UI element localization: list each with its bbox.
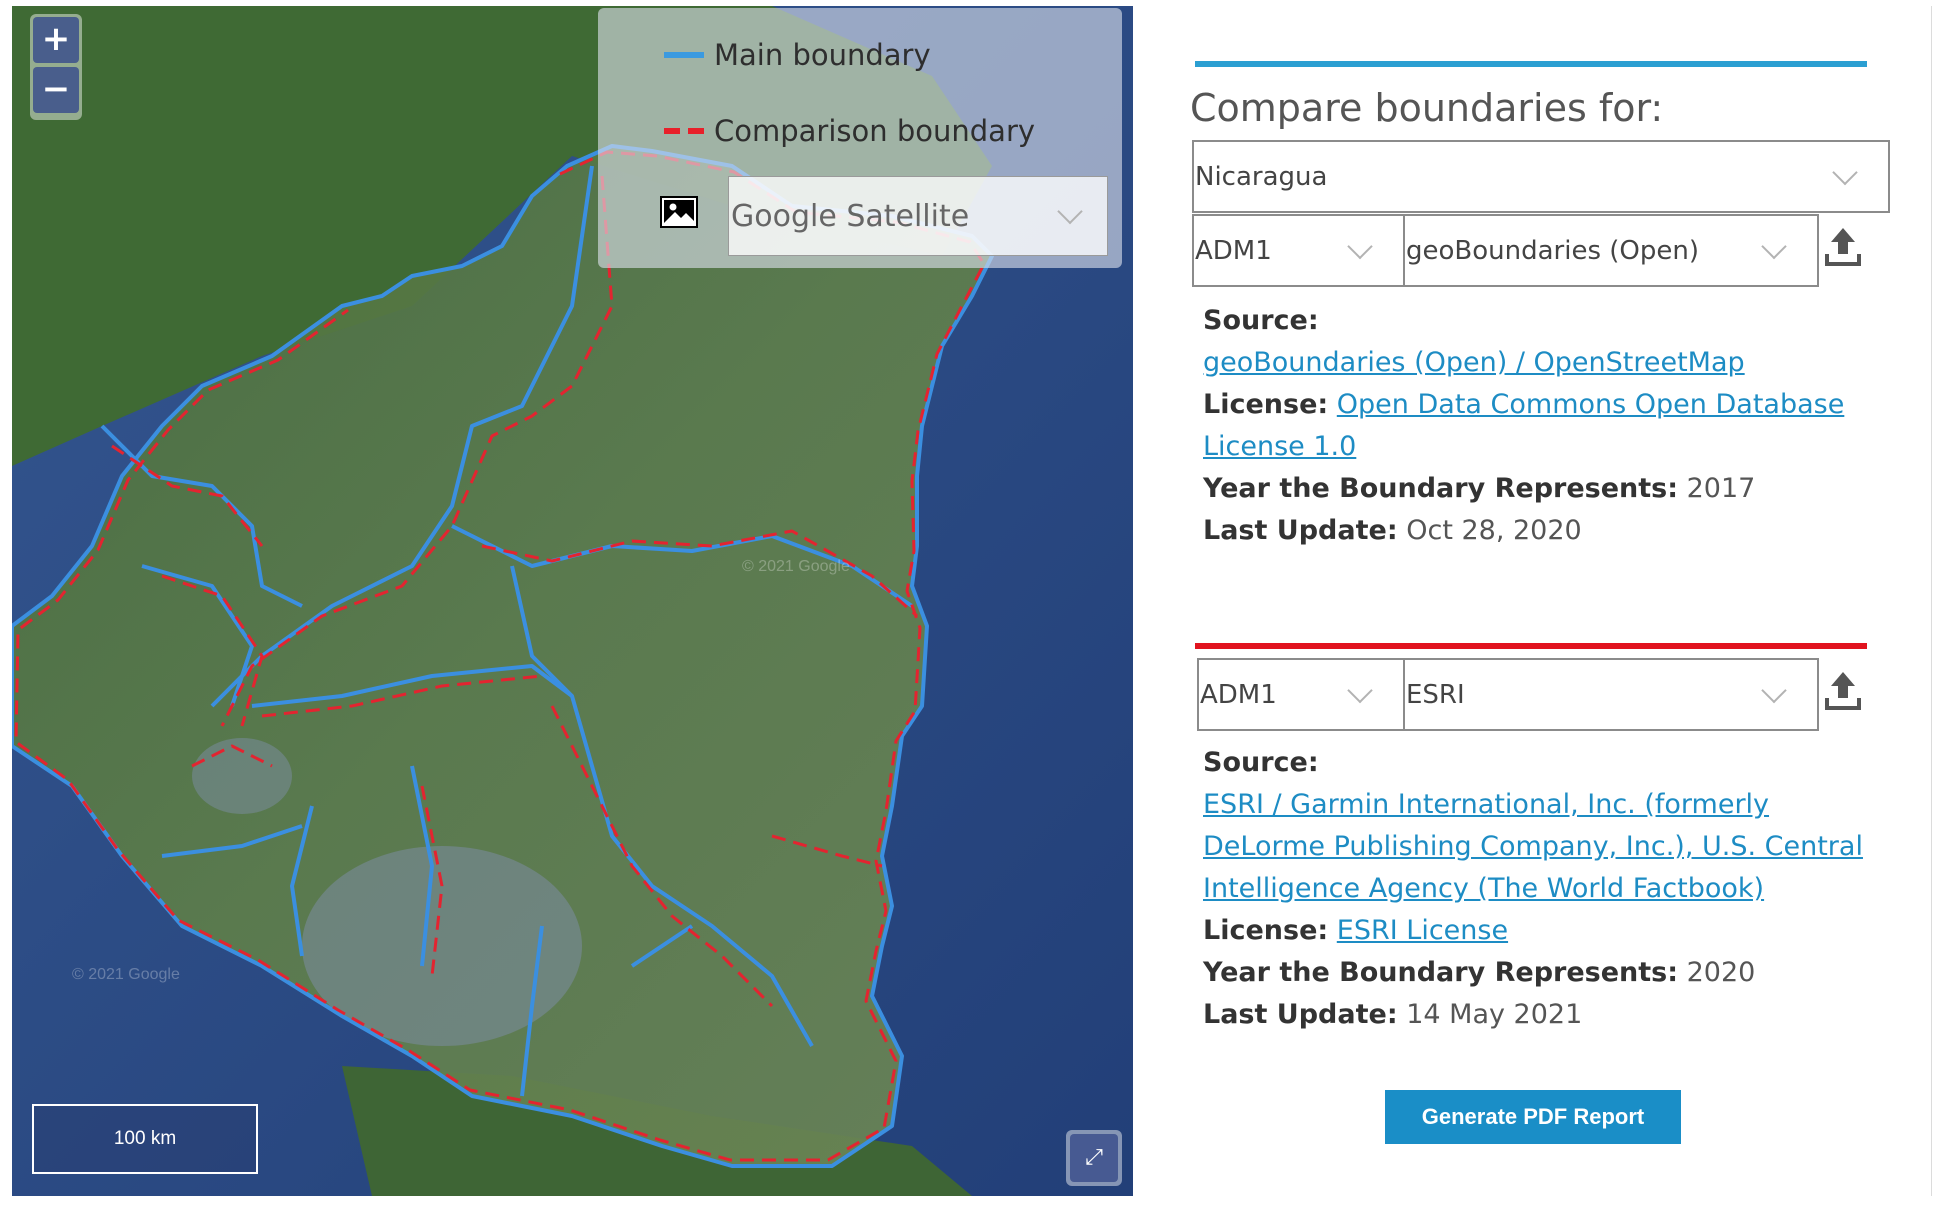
legend-comparison-label: Comparison boundary <box>714 114 1036 148</box>
main-dataset-select[interactable]: geoBoundaries (Open) <box>1403 214 1819 287</box>
legend-main: Main boundary <box>664 38 931 72</box>
country-select[interactable]: Nicaragua <box>1192 140 1890 213</box>
map-watermark: © 2021 Google <box>742 558 850 575</box>
main-level-value: ADM1 <box>1195 235 1272 266</box>
main-year-label: Year the Boundary Represents: <box>1203 473 1679 504</box>
map-view[interactable]: © 2021 Google © 2021 Google + − Main bou… <box>12 6 1133 1196</box>
main-source-link[interactable]: geoBoundaries (Open) / OpenStreetMap <box>1203 347 1745 378</box>
generate-pdf-report-button[interactable]: Generate PDF Report <box>1385 1090 1681 1144</box>
compare-panel: Compare boundaries for: Nicaragua ADM1 g… <box>1133 6 1932 1196</box>
comparison-update-value: 14 May 2021 <box>1406 999 1583 1030</box>
comparison-boundary-swatch <box>664 128 704 134</box>
chevron-down-icon <box>1057 198 1083 225</box>
country-select-value: Nicaragua <box>1195 161 1328 192</box>
zoom-controls: + − <box>30 14 82 120</box>
main-update-label: Last Update: <box>1203 515 1398 546</box>
scale-label: 100 km <box>113 1128 177 1149</box>
zoom-in-button[interactable]: + <box>33 17 79 63</box>
chevron-down-icon <box>1347 233 1373 259</box>
expand-icon: ⤢ <box>1070 1134 1118 1182</box>
fullscreen-button[interactable]: ⤢ <box>1066 1130 1122 1186</box>
comparison-update-label: Last Update: <box>1203 999 1398 1030</box>
legend-main-label: Main boundary <box>714 38 931 72</box>
zoom-out-button[interactable]: − <box>33 67 79 113</box>
image-icon <box>660 196 698 228</box>
comparison-source-label: Source: <box>1203 747 1319 778</box>
comparison-year-label: Year the Boundary Represents: <box>1203 957 1679 988</box>
main-boundary-swatch <box>664 52 704 58</box>
comparison-dataset-value: ESRI <box>1406 679 1465 710</box>
comparison-dataset-select[interactable]: ESRI <box>1403 658 1819 731</box>
upload-icon[interactable] <box>1823 226 1863 268</box>
comparison-license-link[interactable]: ESRI License <box>1337 915 1508 946</box>
main-dataset-value: geoBoundaries (Open) <box>1406 235 1699 266</box>
chevron-down-icon <box>1832 159 1858 185</box>
legend-panel: Main boundary Comparison boundary Google… <box>598 8 1122 268</box>
basemap-select-value: Google Satellite <box>731 198 970 234</box>
chevron-down-icon <box>1347 677 1373 703</box>
main-update-value: Oct 28, 2020 <box>1406 515 1582 546</box>
comparison-level-value: ADM1 <box>1200 679 1277 710</box>
map-watermark: © 2021 Google <box>72 966 180 983</box>
comparison-license-label: License: <box>1203 915 1329 946</box>
basemap-select[interactable]: Google Satellite <box>728 176 1108 256</box>
comparison-boundary-info: Source: ESRI / Garmin International, Inc… <box>1203 742 1893 1036</box>
main-source-label: Source: <box>1203 305 1319 336</box>
upload-icon[interactable] <box>1823 670 1863 712</box>
comparison-level-select[interactable]: ADM1 <box>1197 658 1405 731</box>
main-level-select[interactable]: ADM1 <box>1192 214 1405 287</box>
main-license-label: License: <box>1203 389 1329 420</box>
legend-comparison: Comparison boundary <box>664 114 1035 148</box>
main-boundary-info: Source: geoBoundaries (Open) / OpenStree… <box>1203 300 1893 552</box>
main-boundary-accent-bar <box>1195 61 1867 67</box>
chevron-down-icon <box>1761 233 1787 259</box>
chevron-down-icon <box>1761 677 1787 703</box>
main-year-value: 2017 <box>1686 473 1756 504</box>
comparison-year-value: 2020 <box>1686 957 1756 988</box>
comparison-boundary-accent-bar <box>1195 643 1867 649</box>
panel-title: Compare boundaries for: <box>1190 86 1664 130</box>
scale-bar: 100 km <box>32 1104 258 1174</box>
comparison-source-link[interactable]: ESRI / Garmin International, Inc. (forme… <box>1203 789 1863 904</box>
